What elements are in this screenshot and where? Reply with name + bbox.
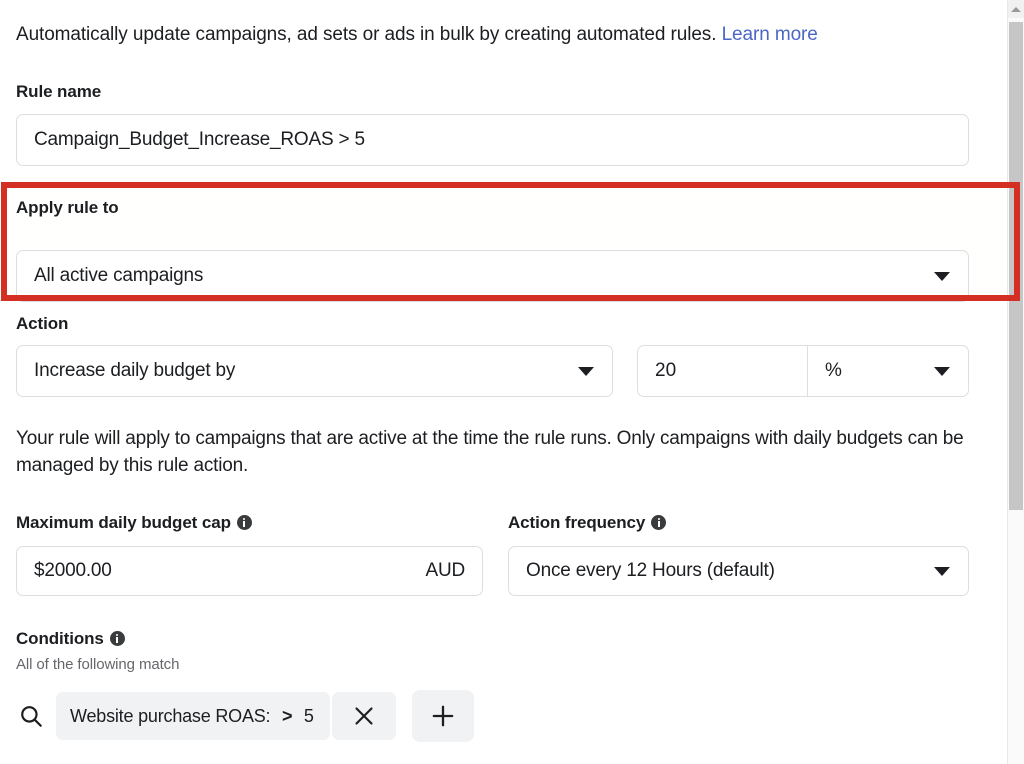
action-frequency-value: Once every 12 Hours (default) xyxy=(509,560,934,582)
plus-icon xyxy=(430,703,456,729)
scrollbar-thumb[interactable] xyxy=(1009,22,1023,510)
action-amount-value: 20 xyxy=(655,360,676,382)
conditions-label: Conditions xyxy=(16,629,125,649)
chevron-down-icon xyxy=(934,367,950,376)
action-label: Action xyxy=(16,314,68,334)
condition-metric: Website purchase ROAS: xyxy=(70,706,270,726)
apply-rule-to-select[interactable]: All active campaigns xyxy=(16,250,969,302)
close-icon xyxy=(352,704,376,728)
action-amount-control: 20 % xyxy=(637,345,969,397)
action-unit-value: % xyxy=(808,360,934,382)
learn-more-link[interactable]: Learn more xyxy=(722,24,818,45)
budget-cap-label: Maximum daily budget cap xyxy=(16,513,252,533)
action-helper-text: Your rule will apply to campaigns that a… xyxy=(16,425,968,479)
budget-cap-label-text: Maximum daily budget cap xyxy=(16,513,231,532)
info-icon[interactable] xyxy=(110,631,125,646)
condition-value: 5 xyxy=(304,706,314,726)
rule-name-label: Rule name xyxy=(16,82,101,102)
rules-creation-panel: Automatically update campaigns, ad sets … xyxy=(0,0,1024,764)
intro-description: Automatically update campaigns, ad sets … xyxy=(16,24,722,45)
condition-chip[interactable]: Website purchase ROAS: > 5 xyxy=(56,692,330,740)
action-unit-select[interactable]: % xyxy=(808,346,968,396)
action-amount-input[interactable]: 20 xyxy=(638,346,808,396)
chevron-down-icon xyxy=(578,367,594,376)
conditions-label-text: Conditions xyxy=(16,629,104,648)
condition-operator: > xyxy=(280,706,294,726)
chevron-up-icon[interactable] xyxy=(1008,0,1024,18)
action-frequency-label: Action frequency xyxy=(508,513,666,533)
conditions-match-text: All of the following match xyxy=(16,656,179,673)
apply-rule-to-value: All active campaigns xyxy=(17,265,934,287)
intro-text: Automatically update campaigns, ad sets … xyxy=(16,22,971,48)
info-icon[interactable] xyxy=(651,515,666,530)
chevron-down-icon xyxy=(934,272,950,281)
budget-cap-input[interactable]: $2000.00 AUD xyxy=(16,546,483,596)
action-frequency-select[interactable]: Once every 12 Hours (default) xyxy=(508,546,969,596)
budget-cap-currency: AUD xyxy=(425,560,482,582)
rule-name-input[interactable]: Campaign_Budget_Increase_ROAS > 5 xyxy=(16,114,969,166)
search-icon[interactable] xyxy=(18,703,44,729)
action-frequency-label-text: Action frequency xyxy=(508,513,645,532)
info-icon[interactable] xyxy=(237,515,252,530)
chevron-down-icon xyxy=(934,567,950,576)
apply-rule-to-label: Apply rule to xyxy=(16,198,1022,218)
condition-text: Website purchase ROAS: > 5 xyxy=(70,706,328,727)
conditions-row: Website purchase ROAS: > 5 xyxy=(16,690,474,742)
remove-condition-button[interactable] xyxy=(332,692,396,740)
add-condition-button[interactable] xyxy=(412,690,474,742)
form-content: Automatically update campaigns, ad sets … xyxy=(0,0,1006,764)
rule-name-value: Campaign_Budget_Increase_ROAS > 5 xyxy=(17,129,968,151)
vertical-scrollbar[interactable] xyxy=(1007,0,1024,764)
action-type-value: Increase daily budget by xyxy=(17,360,578,382)
action-type-select[interactable]: Increase daily budget by xyxy=(16,345,613,397)
budget-cap-value: $2000.00 xyxy=(17,560,425,582)
